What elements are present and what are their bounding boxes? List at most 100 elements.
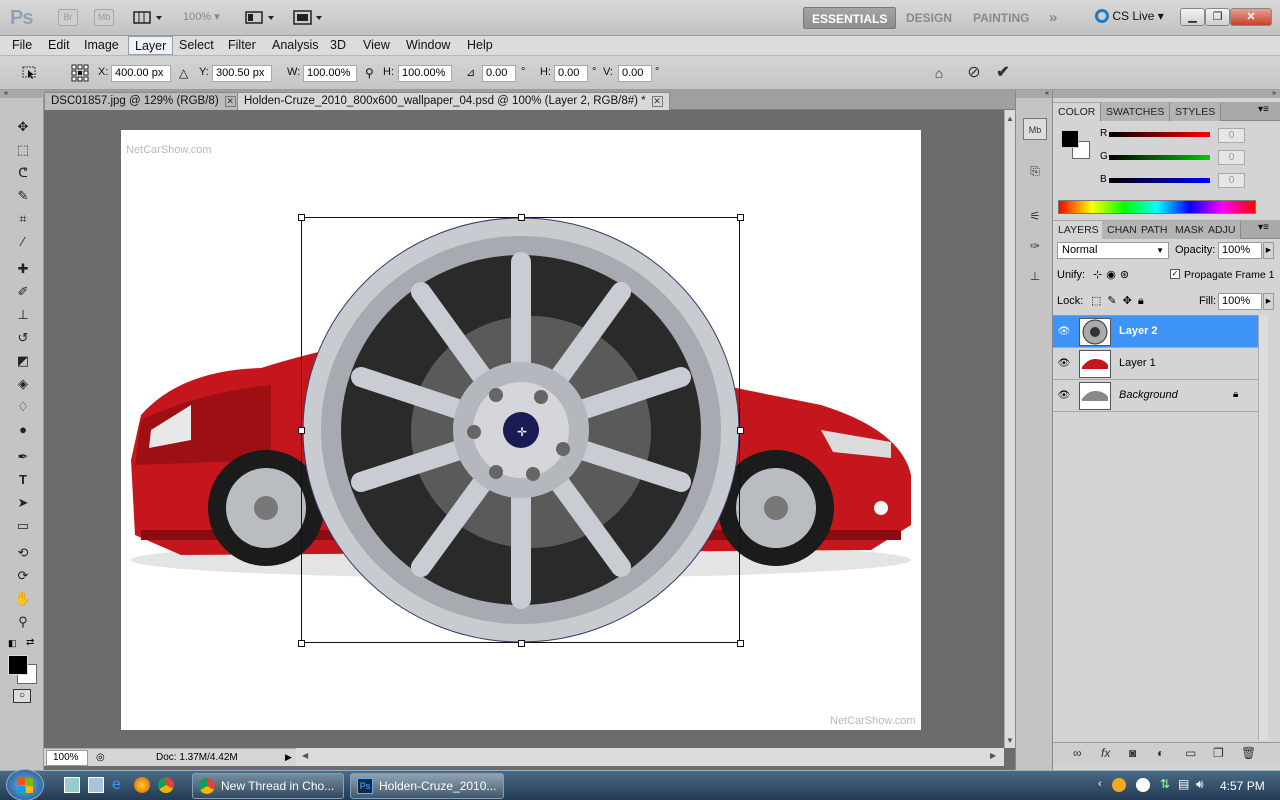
tools-panel-collapse[interactable]: » bbox=[0, 90, 44, 98]
close-tab-icon[interactable]: ✕ bbox=[651, 96, 663, 107]
transform-handle[interactable] bbox=[737, 214, 744, 221]
quick-selection-tool-icon[interactable]: ✎ bbox=[11, 185, 35, 207]
transform-handle[interactable] bbox=[518, 214, 525, 221]
menu-image[interactable]: Image bbox=[78, 36, 125, 55]
minimize-button[interactable]: ▁ bbox=[1180, 8, 1205, 26]
blue-value-field[interactable]: 0 bbox=[1218, 173, 1245, 188]
default-colors-icon[interactable]: ◧ bbox=[8, 638, 17, 649]
taskbar-photoshop-window[interactable]: Ps Holden-Cruze_2010... bbox=[350, 773, 504, 799]
tab-adjustments[interactable]: ADJU bbox=[1203, 221, 1242, 239]
fill-field[interactable]: 100% bbox=[1218, 293, 1262, 310]
lock-buttons[interactable]: ⬚✎✥🔒︎ bbox=[1091, 294, 1150, 308]
pen-tool-icon[interactable]: ✒ bbox=[11, 446, 35, 468]
layer-name[interactable]: Layer 1 bbox=[1119, 357, 1156, 369]
zoom-tool-icon[interactable]: ⚲ bbox=[11, 611, 35, 633]
brush-tool-icon[interactable]: ✐ bbox=[11, 281, 35, 303]
adjustments-panel-icon[interactable]: ⚟ bbox=[1023, 205, 1047, 227]
tray-app-icon[interactable] bbox=[1136, 778, 1150, 792]
tab-swatches[interactable]: SWATCHES bbox=[1101, 103, 1171, 121]
add-mask-icon[interactable]: ◙ bbox=[1129, 746, 1136, 760]
screen-mode-button[interactable] bbox=[292, 9, 326, 26]
3d-orbit-tool-icon[interactable]: ⟳ bbox=[11, 565, 35, 587]
reference-point-locator[interactable] bbox=[70, 63, 90, 83]
tray-sync-icon[interactable]: ⇅ bbox=[1160, 777, 1170, 791]
bridge-button[interactable]: Br bbox=[58, 9, 78, 26]
relative-position-icon[interactable]: △ bbox=[179, 66, 188, 80]
tab-paths[interactable]: PATH bbox=[1136, 221, 1174, 239]
ie-quicklaunch-icon[interactable]: e bbox=[112, 776, 121, 794]
y-position-field[interactable]: 300.50 px bbox=[212, 65, 272, 82]
opacity-field[interactable]: 100% bbox=[1218, 242, 1262, 259]
visibility-eye-icon[interactable]: 👁︎ bbox=[1057, 357, 1071, 371]
quick-mask-icon[interactable]: ○ bbox=[13, 689, 31, 703]
menu-help[interactable]: Help bbox=[461, 36, 499, 55]
menu-window[interactable]: Window bbox=[400, 36, 456, 55]
menu-analysis[interactable]: Analysis bbox=[266, 36, 325, 55]
menu-edit[interactable]: Edit bbox=[42, 36, 76, 55]
layer-row-background[interactable]: 👁︎ Background 🔒︎ bbox=[1053, 380, 1258, 412]
zoom-level-field[interactable]: 100% bbox=[46, 750, 88, 766]
crop-tool-icon[interactable]: ⌗ bbox=[11, 208, 35, 230]
menu-filter[interactable]: Filter bbox=[222, 36, 262, 55]
red-slider[interactable] bbox=[1109, 132, 1210, 137]
visibility-eye-icon[interactable]: 👁︎ bbox=[1057, 389, 1071, 403]
clone-stamp-tool-icon[interactable]: ⊥ bbox=[11, 304, 35, 326]
dock-collapse[interactable]: « bbox=[1016, 90, 1052, 98]
layer-name[interactable]: Background bbox=[1119, 389, 1178, 401]
3d-rotate-tool-icon[interactable]: ⟲ bbox=[11, 542, 35, 564]
red-value-field[interactable]: 0 bbox=[1218, 128, 1245, 143]
menu-layer[interactable]: Layer bbox=[128, 36, 174, 55]
swap-colors-icon[interactable]: ⇄ bbox=[26, 637, 34, 648]
blend-mode-dropdown[interactable]: Normal ▼ bbox=[1057, 242, 1169, 259]
link-layers-icon[interactable]: ∞ bbox=[1073, 746, 1082, 760]
type-tool-icon[interactable]: T bbox=[11, 469, 35, 491]
transform-handle[interactable] bbox=[737, 427, 744, 434]
transform-handle[interactable] bbox=[518, 640, 525, 647]
eraser-tool-icon[interactable]: ◩ bbox=[11, 350, 35, 372]
scroll-up-arrow-icon[interactable]: ▲ bbox=[1006, 114, 1014, 123]
transform-handle[interactable] bbox=[298, 214, 305, 221]
more-workspaces-button[interactable]: » bbox=[1041, 7, 1065, 29]
warp-mode-button[interactable]: ⌂ bbox=[929, 63, 949, 83]
fill-slider-arrow-icon[interactable]: ▶ bbox=[1263, 293, 1274, 310]
menu-3d[interactable]: 3D bbox=[324, 36, 352, 55]
x-position-field[interactable]: 400.00 px bbox=[111, 65, 171, 82]
delete-layer-icon[interactable]: 🗑︎ bbox=[1241, 746, 1256, 760]
tab-layers[interactable]: LAYERS bbox=[1053, 221, 1105, 239]
show-desktop-quicklaunch-icon[interactable] bbox=[64, 777, 80, 793]
adjustment-layer-icon[interactable]: ◐ bbox=[1157, 746, 1164, 760]
commit-transform-button[interactable]: ✔ bbox=[993, 63, 1013, 83]
rectangle-tool-icon[interactable]: ▭ bbox=[11, 515, 35, 537]
green-slider[interactable] bbox=[1109, 155, 1210, 160]
width-scale-field[interactable]: 100.00% bbox=[303, 65, 357, 82]
height-scale-field[interactable]: 100.00% bbox=[398, 65, 452, 82]
green-value-field[interactable]: 0 bbox=[1218, 150, 1245, 165]
close-tab-icon[interactable]: ✕ bbox=[224, 96, 236, 107]
horizontal-skew-field[interactable]: 0.00 bbox=[554, 65, 588, 82]
lock-position-icon[interactable]: ✥ bbox=[1123, 295, 1138, 307]
taskbar-chrome-window[interactable]: New Thread in Cho... bbox=[192, 773, 344, 799]
blue-slider[interactable] bbox=[1109, 178, 1210, 183]
close-button[interactable]: ✕ bbox=[1230, 8, 1272, 26]
layers-scrollbar[interactable] bbox=[1258, 315, 1268, 740]
transform-handle[interactable] bbox=[298, 427, 305, 434]
marquee-tool-icon[interactable]: ⬚ bbox=[11, 139, 35, 161]
cancel-transform-button[interactable]: ⊘ bbox=[964, 63, 984, 83]
chrome-quicklaunch-icon[interactable] bbox=[158, 777, 174, 793]
visibility-eye-icon[interactable]: 👁︎ bbox=[1057, 325, 1071, 339]
arrange-documents-button[interactable] bbox=[244, 9, 278, 26]
status-menu-arrow-icon[interactable]: ▶ bbox=[285, 749, 292, 766]
propagate-frame-checkbox[interactable]: ✓ bbox=[1170, 269, 1180, 279]
panel-menu-icon[interactable]: ▾≡ bbox=[1258, 104, 1269, 115]
healing-brush-tool-icon[interactable]: ✚ bbox=[11, 258, 35, 280]
blur-tool-icon[interactable]: ♢ bbox=[11, 396, 35, 418]
tab-dsc01857[interactable]: DSC01857.jpg @ 129% (RGB/8) ✕ bbox=[44, 92, 243, 110]
layer-row-layer-1[interactable]: 👁︎ Layer 1 bbox=[1053, 348, 1258, 380]
unify-visibility-icon[interactable]: ◉ bbox=[1106, 269, 1120, 281]
network-icon[interactable]: ▤ bbox=[1178, 777, 1189, 791]
system-clock[interactable]: 4:57 PM bbox=[1220, 779, 1265, 793]
tab-color[interactable]: COLOR bbox=[1053, 103, 1102, 121]
unify-buttons[interactable]: ⊹◉⊛ bbox=[1093, 268, 1133, 281]
panel-menu-icon[interactable]: ▾≡ bbox=[1258, 222, 1269, 233]
menu-file[interactable]: File bbox=[6, 36, 38, 55]
